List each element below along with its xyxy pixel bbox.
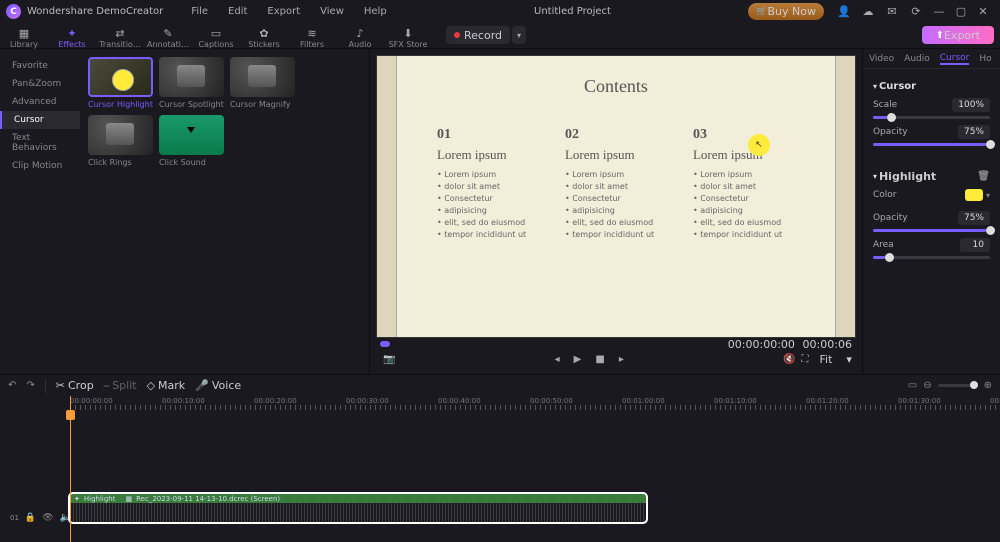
section-highlight[interactable]: Highlight🗑 bbox=[873, 170, 990, 183]
export-button[interactable]: ⬆ Export bbox=[922, 26, 994, 44]
playhead[interactable] bbox=[70, 396, 71, 542]
undo-icon[interactable]: ↶ bbox=[8, 380, 16, 391]
timeline[interactable]: 00:00:00:00 00:00:10:00 00:00:20:00 00:0… bbox=[0, 396, 1000, 542]
cursor-opacity-value[interactable]: 75% bbox=[958, 125, 990, 139]
thumb-cursor-highlight[interactable]: Cursor Highlight bbox=[88, 57, 153, 109]
titlebar: C Wondershare DemoCreator File Edit Expo… bbox=[0, 0, 1000, 23]
section-cursor[interactable]: Cursor bbox=[873, 81, 990, 92]
sidebar-advanced[interactable]: Advanced bbox=[0, 93, 80, 111]
sidebar-cursor[interactable]: Cursor bbox=[0, 111, 80, 129]
record-button[interactable]: Record bbox=[446, 26, 510, 44]
next-frame-icon[interactable]: ▸ bbox=[619, 354, 624, 365]
record-dropdown[interactable]: ▾ bbox=[512, 26, 526, 44]
crop-button[interactable]: ✂Crop bbox=[56, 379, 94, 392]
snapshot-icon[interactable]: 📷 bbox=[383, 354, 395, 365]
prop-tab-audio[interactable]: Audio bbox=[904, 54, 930, 64]
thumb-cursor-spotlight[interactable]: Cursor Spotlight bbox=[159, 57, 224, 109]
sidebar-favorite[interactable]: Favorite bbox=[0, 57, 80, 75]
notification-icon[interactable]: ⟳ bbox=[907, 5, 925, 18]
fullscreen-icon[interactable]: ⛶ bbox=[802, 354, 809, 365]
main-toolbar: ▦Library ✦Effects ⇄Transitio… ✎Annotati…… bbox=[0, 23, 1000, 49]
effects-sidebar: Favorite Pan&Zoom Advanced Cursor Text B… bbox=[0, 49, 80, 374]
stop-icon[interactable]: ■ bbox=[595, 354, 604, 365]
scale-slider[interactable] bbox=[873, 116, 990, 119]
zoom-in-icon[interactable]: ⊕ bbox=[984, 380, 992, 391]
play-icon[interactable]: ▶ bbox=[574, 354, 582, 365]
menu-help[interactable]: Help bbox=[354, 6, 397, 17]
message-icon[interactable]: ✉ bbox=[883, 5, 901, 18]
mute-icon[interactable]: 🔇 bbox=[783, 354, 795, 365]
track-lock-icon[interactable]: 🔒 bbox=[25, 513, 36, 523]
tab-sfx-store[interactable]: ⬇SFX Store bbox=[384, 23, 432, 49]
menu-view[interactable]: View bbox=[310, 6, 354, 17]
sidebar-text-behaviors[interactable]: Text Behaviors bbox=[0, 129, 80, 157]
cursor-opacity-slider[interactable] bbox=[873, 143, 990, 146]
player-controls: 📷 ◂ ▶ ■ ▸ 🔇 ⛶ Fit▾ bbox=[376, 350, 856, 368]
scrub-bar[interactable]: 00:00:00:00 00:00:06 bbox=[376, 338, 856, 350]
zoom-out-icon[interactable]: ⊖ bbox=[923, 380, 931, 391]
tab-captions[interactable]: ▭Captions bbox=[192, 23, 240, 49]
slide-title: Contents bbox=[377, 56, 855, 97]
preview-panel: Contents ↖ 01Lorem ipsumLorem ipsumdolor… bbox=[370, 49, 862, 374]
tab-transitions[interactable]: ⇄Transitio… bbox=[96, 23, 144, 49]
cursor-highlight-indicator: ↖ bbox=[748, 134, 770, 156]
prop-tab-hotkey[interactable]: Ho bbox=[979, 54, 991, 64]
effects-gallery: Cursor Highlight Cursor Spotlight Cursor… bbox=[80, 49, 369, 374]
sidebar-panzoom[interactable]: Pan&Zoom bbox=[0, 75, 80, 93]
maximize-button[interactable]: ▢ bbox=[952, 5, 970, 18]
highlight-opacity-value[interactable]: 75% bbox=[958, 211, 990, 225]
split-button[interactable]: ⎯Split bbox=[104, 379, 137, 393]
preview-canvas[interactable]: Contents ↖ 01Lorem ipsumLorem ipsumdolor… bbox=[376, 55, 856, 338]
scrub-handle[interactable] bbox=[380, 341, 390, 347]
record-dot-icon bbox=[454, 32, 460, 38]
tab-annotations[interactable]: ✎Annotati… bbox=[144, 23, 192, 49]
timeline-toolbar: ↶ ↷ ✂Crop ⎯Split ◇Mark 🎤Voice ▭ ⊖ ⊕ bbox=[0, 374, 1000, 396]
left-panel: Favorite Pan&Zoom Advanced Cursor Text B… bbox=[0, 49, 370, 374]
scale-value[interactable]: 100% bbox=[952, 98, 990, 112]
color-dropdown-icon[interactable]: ▾ bbox=[986, 191, 990, 200]
app-logo: C bbox=[6, 4, 21, 19]
tab-stickers[interactable]: ✿Stickers bbox=[240, 23, 288, 49]
delete-highlight-icon[interactable]: 🗑 bbox=[977, 171, 990, 182]
prop-tab-video[interactable]: Video bbox=[869, 54, 894, 64]
area-value[interactable]: 10 bbox=[960, 238, 990, 252]
tab-library[interactable]: ▦Library bbox=[0, 23, 48, 49]
track-visibility-icon[interactable]: 👁 bbox=[42, 513, 53, 523]
highlight-color-swatch[interactable] bbox=[965, 189, 983, 201]
fit-dropdown[interactable]: Fit▾ bbox=[820, 353, 852, 366]
zoom-fit-icon[interactable]: ▭ bbox=[908, 380, 917, 391]
timeline-ruler[interactable]: 00:00:00:00 00:00:10:00 00:00:20:00 00:0… bbox=[70, 396, 1000, 410]
tab-effects[interactable]: ✦Effects bbox=[48, 23, 96, 49]
menu-export[interactable]: Export bbox=[257, 6, 310, 17]
thumb-click-rings[interactable]: Click Rings bbox=[88, 115, 153, 167]
app-name: Wondershare DemoCreator bbox=[27, 6, 163, 17]
area-slider[interactable] bbox=[873, 256, 990, 259]
project-title: Untitled Project bbox=[397, 6, 749, 17]
tab-audio[interactable]: ♪Audio bbox=[336, 23, 384, 49]
redo-icon[interactable]: ↷ bbox=[26, 380, 34, 391]
close-button[interactable]: ✕ bbox=[974, 5, 992, 18]
account-icon[interactable]: 👤 bbox=[835, 5, 853, 18]
minimize-button[interactable]: — bbox=[930, 5, 948, 18]
thumb-click-sound[interactable]: Click Sound bbox=[159, 115, 224, 167]
mark-button[interactable]: ◇Mark bbox=[147, 379, 186, 392]
properties-panel: Video Audio Cursor Ho Cursor Scale100% O… bbox=[862, 49, 1000, 374]
main-area: Favorite Pan&Zoom Advanced Cursor Text B… bbox=[0, 49, 1000, 374]
prev-frame-icon[interactable]: ◂ bbox=[555, 354, 560, 365]
timeline-clip[interactable]: ✦Highlight▦Rec_2023-09-11 14-13-10.dcrec… bbox=[70, 494, 646, 522]
menu-file[interactable]: File bbox=[181, 6, 218, 17]
highlight-opacity-slider[interactable] bbox=[873, 229, 990, 232]
prop-tab-cursor[interactable]: Cursor bbox=[940, 53, 970, 65]
cloud-icon[interactable]: ☁ bbox=[859, 5, 877, 18]
menu-edit[interactable]: Edit bbox=[218, 6, 257, 17]
tab-filters[interactable]: ≋Filters bbox=[288, 23, 336, 49]
voice-button[interactable]: 🎤Voice bbox=[195, 379, 241, 392]
zoom-slider[interactable] bbox=[938, 384, 978, 387]
buy-now-button[interactable]: 🛒 Buy Now bbox=[748, 3, 824, 20]
track-header: 01 🔒 👁 🔈 bbox=[0, 504, 70, 532]
sidebar-clip-motion[interactable]: Clip Motion bbox=[0, 157, 80, 175]
thumb-cursor-magnify[interactable]: Cursor Magnify bbox=[230, 57, 295, 109]
